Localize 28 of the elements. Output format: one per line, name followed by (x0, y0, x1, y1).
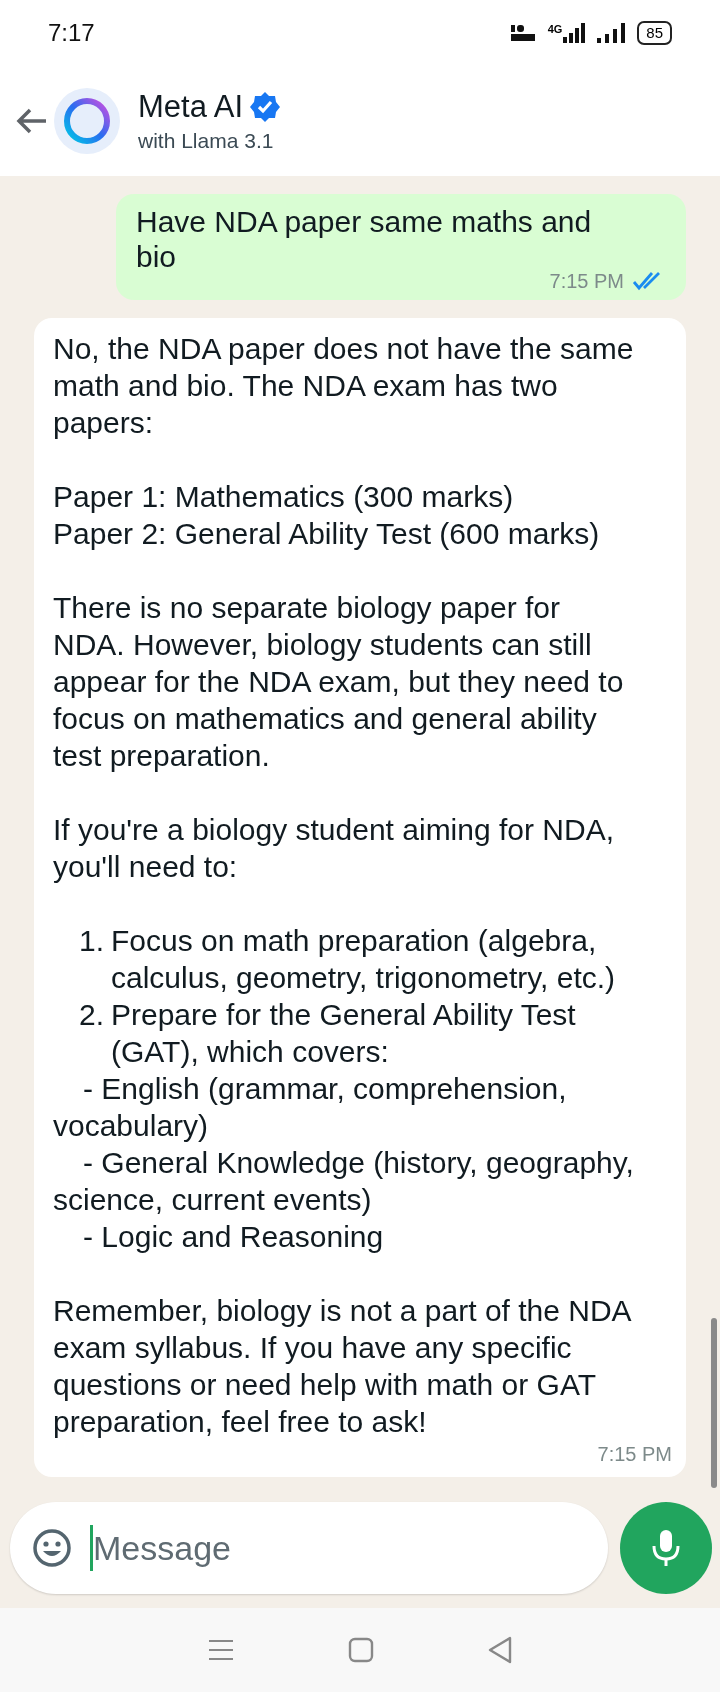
contact-name[interactable]: Meta AI (138, 89, 244, 125)
message-paragraph: No, the NDA paper does not have the same math and bio. The NDA exam has two papers: (53, 331, 634, 441)
back-arrow-icon[interactable] (16, 107, 48, 135)
contact-subtitle: with Llama 3.1 (138, 129, 275, 153)
home-icon[interactable] (348, 1637, 374, 1663)
list-item-text: - English (grammar, comprehension, vocabulary) (53, 1071, 567, 1144)
message-paragraph: There is no separate biology paper for NDA. However, biology students can still appear for the NDA exam, but they need to focus on mathematics and general ability test preparation. (53, 590, 624, 774)
menu-icon[interactable] (206, 1638, 235, 1662)
message-paragraph: If you're a biology student aiming for NDA, you'll need to: (53, 812, 614, 885)
list-item-text: - General Knowledge (history, geography, science, current events) (53, 1145, 634, 1218)
emoji-icon[interactable] (32, 1528, 72, 1568)
status-time: 7:17 (48, 19, 95, 47)
message-time: 7:15 PM (597, 1443, 672, 1465)
avatar-ring-icon[interactable] (54, 88, 120, 154)
message-field[interactable]: Message (10, 1502, 608, 1594)
network-type: 4G (547, 23, 563, 35)
list-number: 2. (79, 997, 103, 1033)
scrollbar[interactable] (711, 1318, 717, 1488)
back-icon[interactable] (487, 1636, 514, 1664)
list-item-text: Prepare for the General Ability Test (GAT), which covers: (111, 997, 576, 1070)
signal-icon (563, 23, 586, 43)
battery-level: 85 (637, 21, 672, 45)
list-item-text: Focus on math preparation (algebra, calculus, geometry, trigonometry, etc.) (111, 923, 616, 996)
message-paragraph: Remember, biology is not a part of the NDA exam syllabus. If you have any specific questions or need help with math or GAT preparation, feel free to ask! (53, 1293, 632, 1440)
message-paragraph: Paper 1: Mathematics (300 marks) Paper 2: General Ability Test (600 marks) (53, 479, 600, 552)
list-item-text: - Logic and Reasoning (82, 1219, 384, 1255)
signal-icon (597, 23, 626, 43)
list-number: 1. (79, 923, 103, 959)
